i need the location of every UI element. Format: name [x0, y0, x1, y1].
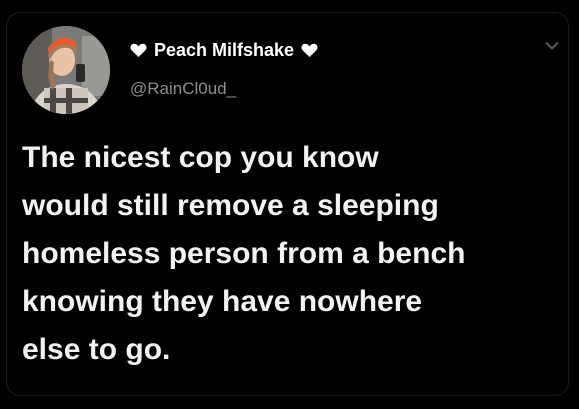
- author-display-name[interactable]: Peach Milfshake: [154, 40, 294, 61]
- author-handle[interactable]: @RainCl0ud_: [130, 79, 236, 99]
- heart-icon: [301, 43, 318, 58]
- tweet-text: The nicest cop you know would still remo…: [22, 134, 562, 374]
- tweet-text-line: knowing they have nowhere: [22, 285, 423, 318]
- tweet-text-line: else to go.: [22, 333, 171, 366]
- chevron-down-icon[interactable]: [545, 38, 559, 50]
- tweet-text-line: homeless person from a bench: [22, 237, 466, 270]
- heart-icon: [130, 43, 147, 58]
- profile-avatar[interactable]: [22, 26, 110, 114]
- tweet-text-line: would still remove a sleeping: [22, 189, 439, 222]
- author-name-row[interactable]: Peach Milfshake: [130, 38, 318, 62]
- tweet-text-line: The nicest cop you know: [22, 141, 379, 174]
